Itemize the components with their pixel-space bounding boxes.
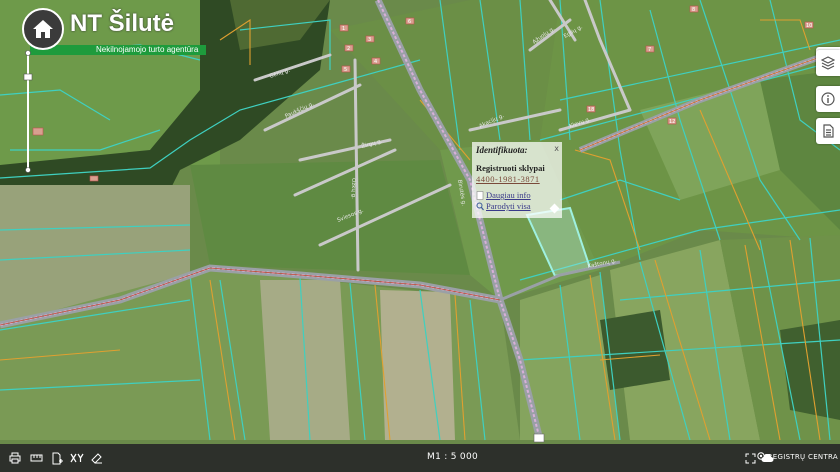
house-number: 8	[692, 7, 695, 13]
house-number: 4	[374, 59, 377, 65]
house-number: 3	[368, 37, 371, 43]
house-number: 12	[669, 119, 675, 125]
house-number: 7	[648, 47, 651, 53]
house-number: 18	[588, 107, 594, 113]
zoom-handle	[23, 73, 33, 81]
print-icon[interactable]	[8, 451, 22, 465]
registry-credit-label: REGISTRŲ CENTRA	[767, 453, 838, 461]
layers-icon[interactable]	[816, 50, 840, 76]
street-label-ozku: Ožkų g.	[350, 178, 357, 199]
info-icon[interactable]	[816, 86, 840, 112]
house-number: 5	[344, 67, 347, 73]
popup-close-button[interactable]: x	[554, 144, 559, 153]
add-document-icon[interactable]	[50, 451, 64, 465]
show-all-link[interactable]: Parodyti visa	[476, 201, 558, 211]
house-number: 2	[347, 46, 350, 52]
house-number: 1	[342, 26, 345, 32]
bottom-toolbar: M1 : 5 000 REGISTRŲ CENTRA	[0, 444, 840, 472]
registry-credit: REGISTRŲ CENTRA	[757, 452, 838, 461]
show-all-label: Parodyti visa	[486, 201, 531, 211]
house-number: 10	[806, 23, 812, 29]
logo-brand: NT Šilutė	[70, 10, 175, 37]
map-canvas[interactable]: Gėlių g. Paukščių g. Žirgų g. Ožkų g. Sv…	[0, 0, 840, 472]
fullscreen-icon[interactable]	[744, 451, 756, 465]
house-number: 6	[408, 19, 411, 25]
zoom-slider[interactable]	[20, 50, 36, 173]
identify-popup: x Identifikuota: Registruoti sklypai 440…	[472, 142, 562, 218]
measure-icon[interactable]	[29, 451, 43, 465]
magnifier-icon	[476, 202, 484, 210]
map-scale: M1 : 5 000	[427, 452, 479, 462]
more-info-label: Daugiau info	[486, 190, 531, 200]
logo-tagline: Nekilnojamojo turto agentūra	[30, 45, 206, 55]
home-icon[interactable]	[22, 8, 64, 50]
popup-title: Identifikuota:	[476, 145, 528, 155]
coordinates-icon[interactable]	[70, 451, 84, 465]
document-icon[interactable]	[816, 118, 840, 144]
registry-logo-icon	[757, 452, 765, 460]
document-small-icon	[476, 190, 484, 200]
more-info-link[interactable]: Daugiau info	[476, 190, 558, 200]
parcel-code-link[interactable]: 4400-1981-3871	[476, 174, 558, 184]
popup-subtitle: Registruoti sklypai	[476, 163, 545, 173]
eraser-icon[interactable]	[90, 451, 104, 465]
